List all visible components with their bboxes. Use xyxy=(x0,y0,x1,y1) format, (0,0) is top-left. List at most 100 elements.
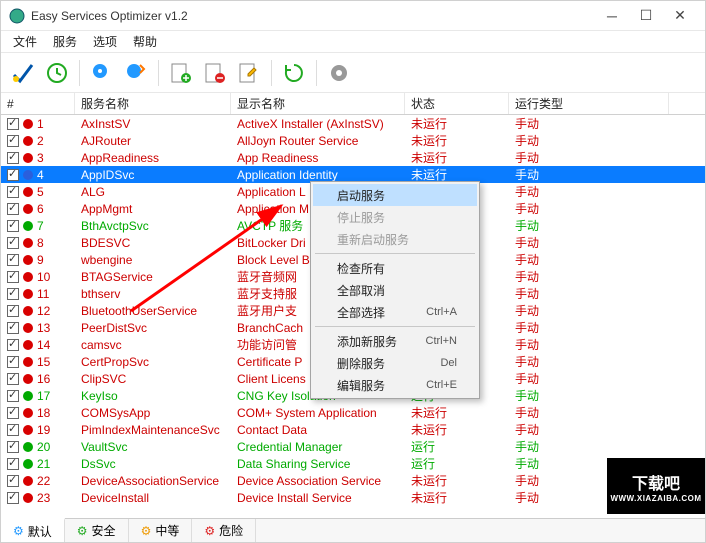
checkbox-icon[interactable] xyxy=(7,424,19,436)
list-edit-icon[interactable] xyxy=(235,59,263,87)
minimize-button[interactable]: ─ xyxy=(595,5,629,27)
table-row[interactable]: 18COMSysAppCOM+ System Application未运行手动 xyxy=(1,404,705,421)
ctx-stop-label: 停止服务 xyxy=(337,209,385,226)
checkbox-icon[interactable] xyxy=(7,322,19,334)
service-name: bthserv xyxy=(75,285,231,302)
column-headers: # 服务名称 显示名称 状态 运行类型 xyxy=(1,93,705,115)
checkbox-icon[interactable] xyxy=(7,339,19,351)
col-display-name[interactable]: 显示名称 xyxy=(231,93,405,114)
gear-icon: ⚙ xyxy=(13,524,24,538)
checkbox-icon[interactable] xyxy=(7,373,19,385)
ctx-edit-service[interactable]: 编辑服务 Ctrl+E xyxy=(313,374,477,396)
menu-options[interactable]: 选项 xyxy=(85,31,125,52)
checkbox-icon[interactable] xyxy=(7,118,19,130)
checkbox-icon[interactable] xyxy=(7,356,19,368)
startup-type: 手动 xyxy=(509,438,669,455)
col-startup[interactable]: 运行类型 xyxy=(509,93,669,114)
table-row[interactable]: 1AxInstSVActiveX Installer (AxInstSV)未运行… xyxy=(1,115,705,132)
gear-plus-icon[interactable] xyxy=(88,59,116,87)
table-row[interactable]: 2AJRouterAllJoyn Router Service未运行手动 xyxy=(1,132,705,149)
ctx-delete-shortcut: Del xyxy=(440,357,457,369)
table-row[interactable]: 19PimIndexMaintenanceSvcContact Data未运行手… xyxy=(1,421,705,438)
settings-icon[interactable] xyxy=(325,59,353,87)
list-remove-icon[interactable] xyxy=(201,59,229,87)
startup-type: 手动 xyxy=(509,319,669,336)
apply-icon[interactable] xyxy=(9,59,37,87)
table-row[interactable]: 22DeviceAssociationServiceDevice Associa… xyxy=(1,472,705,489)
col-num[interactable]: # xyxy=(1,93,75,114)
row-num: 2 xyxy=(37,134,44,148)
service-name: AppMgmt xyxy=(75,200,231,217)
gear-icon: ⚙ xyxy=(204,524,215,538)
list-add-icon[interactable] xyxy=(167,59,195,87)
service-state: 未运行 xyxy=(405,404,509,421)
ctx-uncheck-all[interactable]: 全部取消 xyxy=(313,279,477,301)
table-row[interactable]: 21DsSvcData Sharing Service运行手动 xyxy=(1,455,705,472)
tab-medium[interactable]: ⚙中等 xyxy=(129,519,193,542)
checkbox-icon[interactable] xyxy=(7,441,19,453)
checkbox-icon[interactable] xyxy=(7,492,19,504)
ctx-edit-label: 编辑服务 xyxy=(337,377,385,394)
startup-type: 手动 xyxy=(509,285,669,302)
checkbox-icon[interactable] xyxy=(7,407,19,419)
table-row[interactable]: 3AppReadinessApp Readiness未运行手动 xyxy=(1,149,705,166)
checkbox-icon[interactable] xyxy=(7,288,19,300)
service-state: 未运行 xyxy=(405,115,509,132)
tab-danger[interactable]: ⚙危险 xyxy=(192,519,256,542)
service-state: 运行 xyxy=(405,455,509,472)
service-name: AJRouter xyxy=(75,132,231,149)
tab-default[interactable]: ⚙默认 xyxy=(1,518,65,542)
service-state: 未运行 xyxy=(405,149,509,166)
ctx-check-all[interactable]: 检查所有 xyxy=(313,257,477,279)
restore-icon[interactable] xyxy=(43,59,71,87)
refresh-icon[interactable] xyxy=(280,59,308,87)
checkbox-icon[interactable] xyxy=(7,186,19,198)
display-name: AllJoyn Router Service xyxy=(231,132,405,149)
checkbox-icon[interactable] xyxy=(7,305,19,317)
service-name: BDESVC xyxy=(75,234,231,251)
col-state[interactable]: 状态 xyxy=(405,93,509,114)
checkbox-icon[interactable] xyxy=(7,152,19,164)
status-dot-icon xyxy=(23,442,33,452)
tab-safe[interactable]: ⚙安全 xyxy=(65,519,129,542)
checkbox-icon[interactable] xyxy=(7,220,19,232)
service-name: AppIDSvc xyxy=(75,166,231,183)
table-row[interactable]: 20VaultSvcCredential Manager运行手动 xyxy=(1,438,705,455)
status-dot-icon xyxy=(23,476,33,486)
ctx-start-service[interactable]: 启动服务 xyxy=(313,184,477,206)
checkbox-icon[interactable] xyxy=(7,254,19,266)
startup-type: 手动 xyxy=(509,268,669,285)
checkbox-icon[interactable] xyxy=(7,390,19,402)
service-name: ALG xyxy=(75,183,231,200)
menu-file[interactable]: 文件 xyxy=(5,31,45,52)
ctx-separator xyxy=(315,326,475,327)
app-icon xyxy=(9,8,25,24)
checkbox-icon[interactable] xyxy=(7,458,19,470)
ctx-edit-shortcut: Ctrl+E xyxy=(426,379,457,391)
row-num: 18 xyxy=(37,406,50,420)
ctx-separator xyxy=(315,253,475,254)
close-button[interactable]: ✕ xyxy=(663,5,697,27)
status-dot-icon xyxy=(23,340,33,350)
service-name: CertPropSvc xyxy=(75,353,231,370)
ctx-select-all[interactable]: 全部选择Ctrl+A xyxy=(313,301,477,323)
gear-icon: ⚙ xyxy=(141,524,152,538)
menu-help[interactable]: 帮助 xyxy=(125,31,165,52)
ctx-add-service[interactable]: 添加新服务Ctrl+N xyxy=(313,330,477,352)
checkbox-icon[interactable] xyxy=(7,169,19,181)
display-name: COM+ System Application xyxy=(231,404,405,421)
checkbox-icon[interactable] xyxy=(7,135,19,147)
checkbox-icon[interactable] xyxy=(7,203,19,215)
table-row[interactable]: 23DeviceInstallDevice Install Service未运行… xyxy=(1,489,705,505)
checkbox-icon[interactable] xyxy=(7,475,19,487)
service-name: DeviceInstall xyxy=(75,489,231,505)
menu-services[interactable]: 服务 xyxy=(45,31,85,52)
maximize-button[interactable]: ☐ xyxy=(629,5,663,27)
checkbox-icon[interactable] xyxy=(7,237,19,249)
ctx-delete-service[interactable]: 删除服务Del xyxy=(313,352,477,374)
col-service-name[interactable]: 服务名称 xyxy=(75,93,231,114)
checkbox-icon[interactable] xyxy=(7,271,19,283)
service-name: PeerDistSvc xyxy=(75,319,231,336)
gear-import-icon[interactable] xyxy=(122,59,150,87)
separator xyxy=(316,60,317,86)
